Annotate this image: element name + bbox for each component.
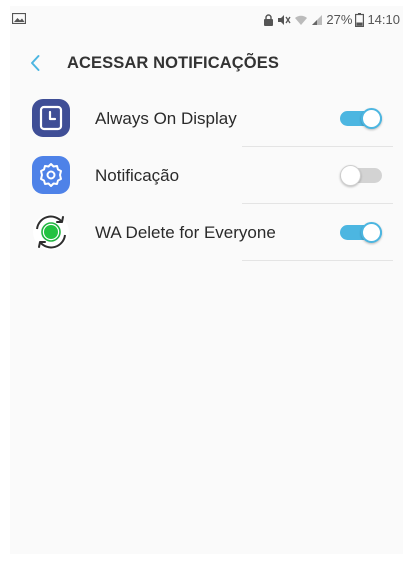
divider bbox=[242, 260, 393, 261]
notification-access-list: Always On Display Notificação WA Delete … bbox=[10, 90, 403, 261]
wa-delete-toggle[interactable] bbox=[340, 222, 382, 243]
status-indicators: 27% 14:10 bbox=[263, 12, 400, 28]
gear-icon bbox=[30, 154, 72, 196]
status-bar: 27% 14:10 bbox=[10, 6, 403, 34]
always-on-display-toggle[interactable] bbox=[340, 108, 382, 129]
list-item-notificacao[interactable]: Notificação bbox=[10, 147, 403, 204]
toggle-knob bbox=[361, 222, 382, 243]
gallery-notification-icon bbox=[11, 12, 27, 25]
app-label: WA Delete for Everyone bbox=[95, 223, 276, 242]
chevron-left-icon bbox=[31, 55, 40, 71]
toggle-knob bbox=[340, 165, 361, 186]
list-item-always-on-display[interactable]: Always On Display bbox=[10, 90, 403, 147]
toggle-knob bbox=[361, 108, 382, 129]
list-item-wa-delete-for-everyone[interactable]: WA Delete for Everyone bbox=[10, 204, 403, 261]
page-title: ACESSAR NOTIFICAÇÕES bbox=[67, 54, 279, 72]
app-label: Always On Display bbox=[95, 109, 237, 128]
battery-icon bbox=[355, 13, 365, 27]
screen: 27% 14:10 ACESSAR NOTIFICAÇÕES Always On… bbox=[10, 6, 403, 554]
alarm-lock-icon bbox=[263, 13, 274, 27]
mute-icon bbox=[277, 14, 291, 26]
clock-icon bbox=[30, 97, 72, 139]
app-label: Notificação bbox=[95, 166, 180, 185]
signal-icon bbox=[311, 14, 323, 26]
app-bar: ACESSAR NOTIFICAÇÕES bbox=[10, 44, 403, 84]
wifi-icon bbox=[294, 14, 308, 26]
battery-percent: 27% bbox=[326, 12, 353, 27]
back-button[interactable] bbox=[24, 52, 46, 74]
whatsapp-refresh-icon bbox=[30, 211, 72, 253]
notificacao-toggle[interactable] bbox=[340, 165, 382, 186]
clock-time: 14:10 bbox=[367, 12, 400, 27]
